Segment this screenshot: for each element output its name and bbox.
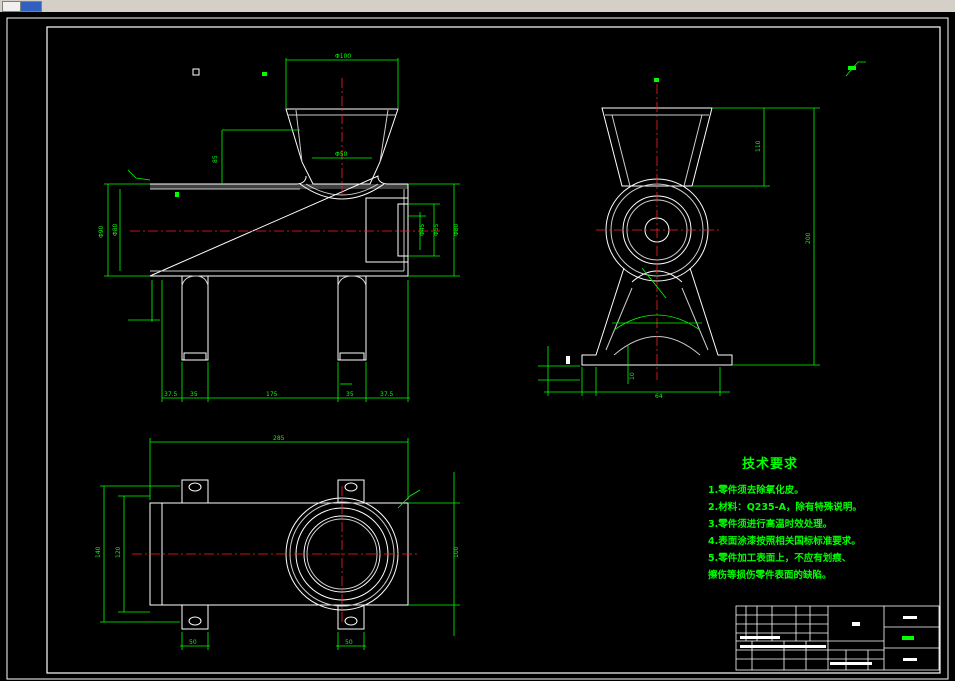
dim-plan-length: 285 [273,435,285,442]
dim-plan-foot-2: 50 [345,639,353,646]
dim-bore: Φ80 [112,223,119,236]
technical-requirements: 技术要求 1.零件须去除氧化皮。 2.材料：Q235-A，除有特殊说明。 3.零… [708,453,862,584]
dim-plan-foot-1: 50 [189,639,197,646]
dim-leg-1: 37.5 [164,391,178,398]
requirement-item: 5.零件加工表面上，不应有划痕、 [708,553,852,564]
view-marker-side [654,78,659,82]
dim-plan-width-2: 120 [115,546,122,558]
dim-leg-3: 35 [346,391,354,398]
dim-plan-width-1: 140 [95,546,102,558]
dim-side-1: 10 [629,372,636,380]
dim-outlet-1: Φ55 [433,223,440,236]
dim-side-height-2: 200 [805,232,812,244]
roughness-symbol [848,66,856,70]
dim-outlet-2: Φ45 [419,223,426,236]
dim-side-2: 64 [655,393,663,400]
view-marker-front [262,72,267,76]
dim-side-height-1: 110 [755,140,762,152]
dim-leg-2: 35 [190,391,198,398]
toolbar-tab-2[interactable] [20,1,42,12]
dim-feed-neck: Φ50 [335,151,348,158]
requirement-item: 4.表面涂漆按照相关国标标准要求。 [708,536,861,547]
dim-leg-span: 175 [266,391,278,398]
dim-outlet-3: Φ80 [453,223,460,236]
dim-front-height: 85 [212,155,219,163]
requirement-item: 擦伤等损伤零件表面的缺陷。 [708,570,832,581]
dim-feed-mouth: Φ100 [335,53,351,60]
requirement-item: 2.材料：Q235-A，除有特殊说明。 [708,502,862,513]
dim-leg-4: 37.5 [380,391,394,398]
requirement-item: 1.零件须去除氧化皮。 [708,485,804,496]
requirement-item: 3.零件须进行高温时效处理。 [708,519,833,530]
dim-barrel-height: Φ90 [98,225,105,238]
technical-requirements-title: 技术要求 [742,457,799,472]
dim-plan-height: 100 [453,546,460,558]
